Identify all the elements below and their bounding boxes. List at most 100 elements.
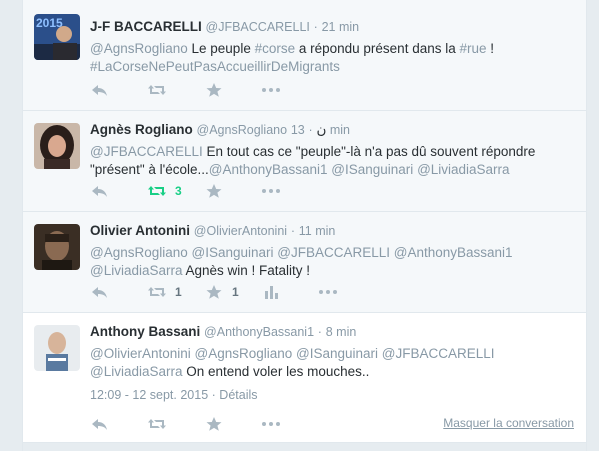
retweet-count: 1 <box>175 285 182 299</box>
tweet-actions <box>90 414 318 434</box>
tweet-header: Olivier Antonini @OlivierAntonini · 11 m… <box>90 222 578 240</box>
favorite-button[interactable] <box>204 82 261 98</box>
retweet-count: 3 <box>175 184 182 198</box>
author-handle[interactable]: @AgnsRogliano <box>197 123 288 137</box>
mention-links[interactable]: @OlivierAntonini @AgnsRogliano @ISanguin… <box>90 346 495 361</box>
more-button[interactable] <box>318 284 375 300</box>
tweet-time[interactable]: 21 min <box>322 20 360 34</box>
tweet-content: Olivier Antonini @OlivierAntonini · 11 m… <box>90 222 578 280</box>
tweet-header: J-F BACCARELLI @JFBACCARELLI · 21 min <box>90 18 578 36</box>
separator-dot: · <box>211 388 216 402</box>
author-handle[interactable]: @AnthonyBassani1 <box>204 325 314 339</box>
text-segment: On entend voler les mouches.. <box>182 364 370 379</box>
tweet-content: J-F BACCARELLI @JFBACCARELLI · 21 min @A… <box>90 18 578 76</box>
tweet-timestamp[interactable]: 12:09 - 12 sept. 2015 <box>90 388 208 402</box>
separator-dot: · <box>317 325 322 339</box>
retweet-button[interactable] <box>147 82 204 98</box>
analytics-icon <box>265 286 278 299</box>
author-name[interactable]: J-F BACCARELLI <box>90 19 202 34</box>
retweet-button[interactable]: 3 <box>147 183 204 199</box>
favorite-button[interactable] <box>204 416 261 432</box>
author-name-suffix: ن <box>316 122 327 137</box>
star-icon <box>206 184 222 198</box>
details-link[interactable]: Détails <box>219 388 257 402</box>
mention-link[interactable]: @ISanguinari <box>331 162 413 177</box>
tweet-time[interactable]: 8 min <box>326 325 357 339</box>
tweet-text: @JFBACCARELLI En tout cas ce "peuple"-là… <box>90 143 578 179</box>
mention-link[interactable]: @AnthonyBassani1 <box>209 162 328 177</box>
tweet-anthony-bassani[interactable]: Anthony Bassani @AnthonyBassani1 · 8 min… <box>23 313 586 443</box>
reply-button[interactable] <box>90 183 147 199</box>
tweet-meta: 12:09 - 12 sept. 2015 · Détails <box>90 388 258 402</box>
more-dots-icon <box>262 88 280 92</box>
tweet-header: Anthony Bassani @AnthonyBassani1 · 8 min <box>90 323 578 341</box>
tweet-time[interactable]: 11 min <box>299 224 336 238</box>
text-segment: "présent" à l'école... <box>90 162 209 177</box>
text-segment: ! <box>486 41 495 56</box>
reply-button[interactable] <box>90 284 147 300</box>
hashtag-link[interactable]: #rue <box>459 41 486 56</box>
retweet-icon <box>148 186 166 196</box>
tweet-agnes-rogliano[interactable]: Agnès Rogliano @AgnsRogliano ن · 13 min … <box>23 111 586 212</box>
tweet-actions: 3 <box>90 181 318 201</box>
tweet-text: @OlivierAntonini @AgnsRogliano @ISanguin… <box>90 345 578 381</box>
retweet-button[interactable]: 1 <box>147 284 204 300</box>
tweet-header: Agnès Rogliano @AgnsRogliano ن · 13 min <box>90 121 578 139</box>
author-name[interactable]: Olivier Antonini <box>90 223 190 238</box>
more-dots-icon <box>319 290 337 294</box>
tweet-actions: 1 1 <box>90 282 375 302</box>
author-name[interactable]: Agnès Rogliano <box>90 122 193 137</box>
more-dots-icon <box>262 422 280 426</box>
star-icon <box>206 417 222 431</box>
separator-dot: · <box>290 224 295 238</box>
tweet-text: @AgnsRogliano Le peuple #corse a répondu… <box>90 40 578 76</box>
mention-link[interactable]: @LiviadiaSarra <box>90 364 183 379</box>
tweet-content: Anthony Bassani @AnthonyBassani1 · 8 min… <box>90 323 578 381</box>
reply-icon <box>92 419 107 430</box>
author-handle[interactable]: @JFBACCARELLI <box>206 20 310 34</box>
mention-link[interactable]: @AgnsRogliano <box>90 41 188 56</box>
text-segment: En tout cas ce "peuple"-là n'a pas dû so… <box>202 144 536 159</box>
retweet-button[interactable] <box>147 416 204 432</box>
hide-conversation-link[interactable]: Masquer la conversation <box>443 416 574 430</box>
avatar[interactable] <box>34 123 80 169</box>
reply-icon <box>92 85 107 96</box>
tweet-text: @AgnsRogliano @ISanguinari @JFBACCARELLI… <box>90 244 578 280</box>
retweet-icon <box>148 287 166 297</box>
author-handle[interactable]: @OlivierAntonini <box>194 224 287 238</box>
separator-dot: · <box>313 20 318 34</box>
reply-button[interactable] <box>90 416 147 432</box>
star-icon <box>206 285 222 299</box>
tweet-jf-baccarelli[interactable]: 2015 J-F BACCARELLI @JFBACCARELLI · 21 m… <box>23 0 586 111</box>
text-segment: Agnès win ! Fatality ! <box>182 263 311 278</box>
favorite-button[interactable] <box>204 183 261 199</box>
favorite-count: 1 <box>232 285 239 299</box>
analytics-button[interactable] <box>261 284 318 300</box>
mention-links[interactable]: @AgnsRogliano @ISanguinari @JFBACCARELLI… <box>90 245 513 260</box>
reply-icon <box>92 186 107 197</box>
tweet-actions <box>90 80 318 100</box>
avatar[interactable] <box>34 325 80 371</box>
more-dots-icon <box>262 189 280 193</box>
retweet-icon <box>148 85 166 95</box>
reply-icon <box>92 287 107 298</box>
author-name[interactable]: Anthony Bassani <box>90 324 200 339</box>
hashtag-link[interactable]: #corse <box>255 41 296 56</box>
tweet-content: Agnès Rogliano @AgnsRogliano ن · 13 min … <box>90 121 578 179</box>
more-button[interactable] <box>261 416 318 432</box>
more-button[interactable] <box>261 183 318 199</box>
mention-link[interactable]: @JFBACCARELLI <box>90 144 203 159</box>
mention-link[interactable]: @LiviadiaSarra <box>90 263 183 278</box>
avatar[interactable] <box>34 224 80 270</box>
conversation-timeline: 2015 J-F BACCARELLI @JFBACCARELLI · 21 m… <box>22 0 587 451</box>
avatar[interactable]: 2015 <box>34 14 80 60</box>
star-icon <box>206 83 222 97</box>
reply-button[interactable] <box>90 82 147 98</box>
hashtag-link[interactable]: #LaCorseNePeutPasAccueillirDeMigrants <box>90 59 340 74</box>
more-button[interactable] <box>261 82 318 98</box>
favorite-button[interactable]: 1 <box>204 284 261 300</box>
mention-link[interactable]: @LiviadiaSarra <box>417 162 510 177</box>
tweet-olivier-antonini[interactable]: Olivier Antonini @OlivierAntonini · 11 m… <box>23 212 586 313</box>
retweet-icon <box>148 419 166 429</box>
text-segment: Le peuple <box>187 41 255 56</box>
